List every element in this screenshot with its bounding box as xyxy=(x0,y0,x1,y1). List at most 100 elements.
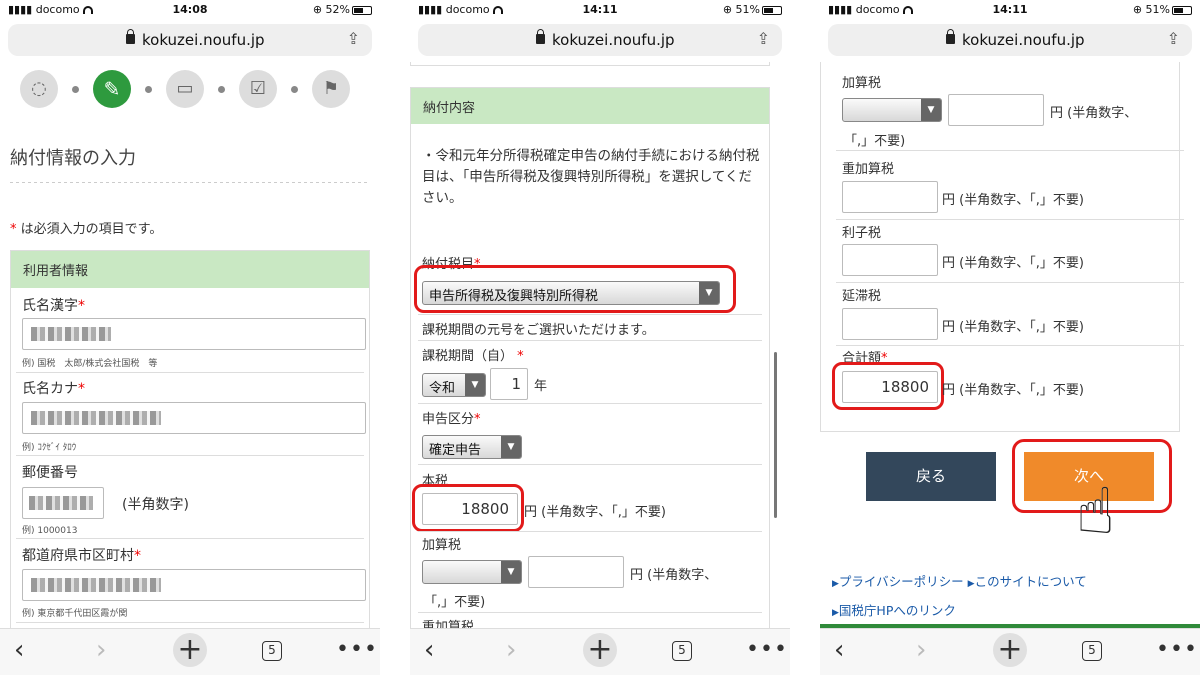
battery-percent: 51% xyxy=(735,3,760,16)
heavy-tax-label: 重加算税 xyxy=(422,620,475,628)
lock-rotation-icon: ⊕ xyxy=(312,3,323,16)
phone-screen-2: ▮▮▮▮ docomo 14:11 ⊕ 51% kokuzei.noufu.jp… xyxy=(410,0,790,675)
battery-icon xyxy=(1172,5,1192,15)
total-unit: 円 (半角数字、「,」不要) xyxy=(942,383,1084,398)
add-tax-input[interactable] xyxy=(948,94,1044,126)
back-icon[interactable]: ‹ xyxy=(14,635,24,665)
required-note: * は必須入力の項目です。 xyxy=(10,222,163,237)
era-select[interactable]: 令和 ▼ xyxy=(422,373,486,397)
delay-input[interactable] xyxy=(842,308,938,340)
address-bar[interactable]: kokuzei.noufu.jp ⇪ xyxy=(828,24,1192,56)
interest-input[interactable] xyxy=(842,244,938,276)
divider xyxy=(418,464,762,465)
back-icon[interactable]: ‹ xyxy=(834,635,844,665)
more-icon[interactable]: ••• xyxy=(746,637,788,662)
forward-icon[interactable]: › xyxy=(506,635,516,665)
redacted-text xyxy=(31,578,161,592)
add-tax-unit-b: 「,」不要) xyxy=(424,595,486,610)
filing-select[interactable]: 確定申告 ▼ xyxy=(422,435,522,459)
share-icon[interactable]: ⇪ xyxy=(347,29,360,48)
more-icon[interactable]: ••• xyxy=(1156,637,1198,662)
section-header: 利用者情報 xyxy=(11,251,369,288)
add-tax-select[interactable]: ▼ xyxy=(842,98,942,122)
divider xyxy=(16,538,364,539)
add-tax-unit-a: 円 (半角数字、 xyxy=(1050,106,1138,121)
name-kana-label: 氏名カナ* xyxy=(22,381,85,397)
privacy-link[interactable]: プライバシーポリシー xyxy=(839,574,964,589)
interest-unit: 円 (半角数字、「,」不要) xyxy=(942,256,1084,271)
name-kanji-hint: 例) 国税 太郎/株式会社国税 等 xyxy=(22,359,158,369)
footer-link-row: ▶国税庁HPへのリンク xyxy=(832,603,956,618)
name-kanji-label: 氏名漢字* xyxy=(22,298,85,314)
pref-input[interactable] xyxy=(22,569,366,601)
name-kanji-input[interactable] xyxy=(22,318,366,350)
nta-link[interactable]: 国税庁HPへのリンク xyxy=(839,603,956,618)
add-tax-input[interactable] xyxy=(528,556,624,588)
forward-icon[interactable]: › xyxy=(916,635,926,665)
add-tax-label: 加算税 xyxy=(422,538,462,553)
tabs-icon[interactable]: 5 xyxy=(1082,641,1102,661)
forward-icon[interactable]: › xyxy=(96,635,106,665)
tabs-icon[interactable]: 5 xyxy=(672,641,692,661)
plus-icon[interactable]: + xyxy=(173,633,207,667)
scrollbar[interactable] xyxy=(774,352,777,518)
postal-input[interactable] xyxy=(22,487,104,519)
delay-label: 延滞税 xyxy=(842,289,882,304)
about-link[interactable]: このサイトについて xyxy=(975,574,1087,589)
divider xyxy=(418,314,762,315)
phone-screen-1: ▮▮▮▮ docomo 14:08 ⊕ 52% kokuzei.noufu.jp… xyxy=(0,0,380,675)
postal-hint: 例) 1000013 xyxy=(22,526,78,536)
add-tax-unit-a: 円 (半角数字、 xyxy=(630,568,718,583)
address-bar[interactable]: kokuzei.noufu.jp ⇪ xyxy=(418,24,782,56)
year-input[interactable]: 1 xyxy=(490,368,528,400)
divider xyxy=(836,282,1184,283)
add-tax-select[interactable]: ▼ xyxy=(422,560,522,584)
share-icon[interactable]: ⇪ xyxy=(757,29,770,48)
divider xyxy=(418,531,762,532)
divider xyxy=(836,219,1184,220)
pref-hint: 例) 東京都千代田区霞が関 xyxy=(22,609,128,619)
heavy-tax-input[interactable] xyxy=(842,181,938,213)
more-icon[interactable]: ••• xyxy=(336,637,378,662)
lock-icon xyxy=(126,29,135,44)
divider xyxy=(836,345,1184,346)
checkbox-icon: ☑ xyxy=(239,70,277,108)
address-bar[interactable]: kokuzei.noufu.jp ⇪ xyxy=(8,24,372,56)
back-button[interactable]: 戻る xyxy=(866,452,996,501)
divider xyxy=(836,150,1184,151)
add-tax-label: 加算税 xyxy=(842,76,882,91)
tabs-icon[interactable]: 5 xyxy=(262,641,282,661)
page-title: 納付情報の入力 xyxy=(10,148,136,169)
back-icon[interactable]: ‹ xyxy=(424,635,434,665)
status-bar: ▮▮▮▮ docomo 14:11 ⊕ 51% xyxy=(410,0,790,20)
panel-edge xyxy=(410,62,770,66)
filing-label: 申告区分* xyxy=(422,412,481,427)
name-kana-input[interactable] xyxy=(22,402,366,434)
plus-icon[interactable]: + xyxy=(583,633,617,667)
share-icon[interactable]: ⇪ xyxy=(1167,29,1180,48)
divider xyxy=(16,622,364,623)
divider xyxy=(10,182,370,183)
interest-label: 利子税 xyxy=(842,226,882,241)
battery-icon xyxy=(762,5,782,15)
chevron-down-icon: ▼ xyxy=(465,374,485,396)
browser-toolbar: ‹ › + 5 ••• xyxy=(820,628,1200,675)
divider xyxy=(418,340,762,341)
lightbulb-icon: ◌ xyxy=(20,70,58,108)
step-dot xyxy=(72,86,79,93)
divider xyxy=(418,403,762,404)
step-dot xyxy=(291,86,298,93)
name-kana-hint: 例) ｺｸｾﾞｲ ﾀﾛｳ xyxy=(22,443,77,453)
status-bar: ▮▮▮▮ docomo 14:11 ⊕ 51% xyxy=(820,0,1200,20)
era-note: 課税期間の元号をご選択いただけます。 xyxy=(422,323,655,338)
plus-icon[interactable]: + xyxy=(993,633,1027,667)
section-header: 納付内容 xyxy=(411,88,769,124)
notice-text: ・令和元年分所得税確定申告の納付手続における納付税目は、「申告所得税及復興特別所… xyxy=(422,148,760,206)
lock-icon xyxy=(536,29,545,44)
chevron-down-icon: ▼ xyxy=(501,436,521,458)
lock-rotation-icon: ⊕ xyxy=(1132,3,1143,16)
step-dot xyxy=(218,86,225,93)
url-text: kokuzei.noufu.jp xyxy=(962,31,1085,49)
period-label: 課税期間（自） * xyxy=(422,349,524,364)
divider xyxy=(16,455,364,456)
